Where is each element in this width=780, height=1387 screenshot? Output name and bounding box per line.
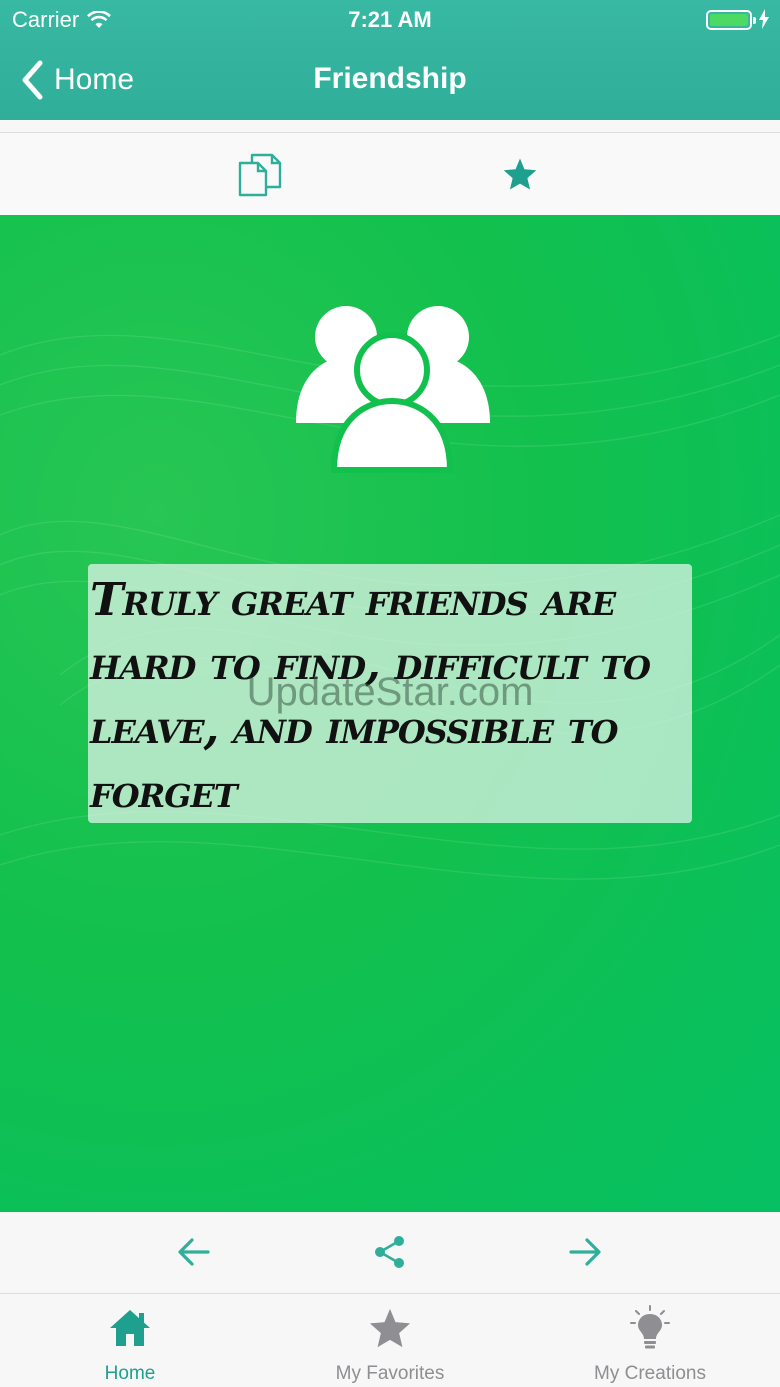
star-icon — [503, 158, 537, 190]
friends-group-icon — [296, 306, 490, 473]
quote-actions — [0, 1212, 780, 1294]
battery-icon — [706, 10, 756, 30]
arrow-right-icon — [569, 1238, 601, 1266]
tab-home[interactable]: Home — [0, 1305, 260, 1385]
tab-my-creations[interactable]: My Creations — [520, 1305, 780, 1385]
quote-toolbar — [0, 132, 780, 215]
tab-bar: Home My Favorites My Creations — [0, 1295, 780, 1387]
copy-button[interactable] — [236, 151, 284, 202]
tab-my-creations-label: My Creations — [594, 1363, 706, 1384]
tab-home-label: Home — [104, 1363, 156, 1384]
status-time: 7:21 AM — [348, 7, 432, 32]
share-button[interactable] — [372, 1234, 408, 1275]
next-button[interactable] — [567, 1234, 603, 1275]
tab-my-favorites[interactable]: My Favorites — [260, 1305, 520, 1385]
page-title: Friendship — [313, 62, 467, 95]
charging-icon — [759, 9, 769, 29]
lightbulb-icon — [630, 1305, 670, 1349]
quote-card: Truly great friends are hard to find, di… — [0, 215, 780, 1212]
status-bar: Carrier 7:21 AM — [0, 0, 780, 40]
copy-icon — [238, 153, 282, 197]
watermark: UpdateStar.com — [246, 670, 534, 714]
favorite-button[interactable] — [502, 157, 538, 196]
navigation-header: Carrier 7:21 AM Home Friendship — [0, 0, 780, 120]
star-icon — [369, 1308, 411, 1348]
previous-button[interactable] — [176, 1234, 212, 1275]
arrow-left-icon — [178, 1238, 210, 1266]
share-icon — [375, 1236, 404, 1268]
tab-my-favorites-label: My Favorites — [335, 1363, 445, 1384]
home-icon — [110, 1310, 150, 1346]
